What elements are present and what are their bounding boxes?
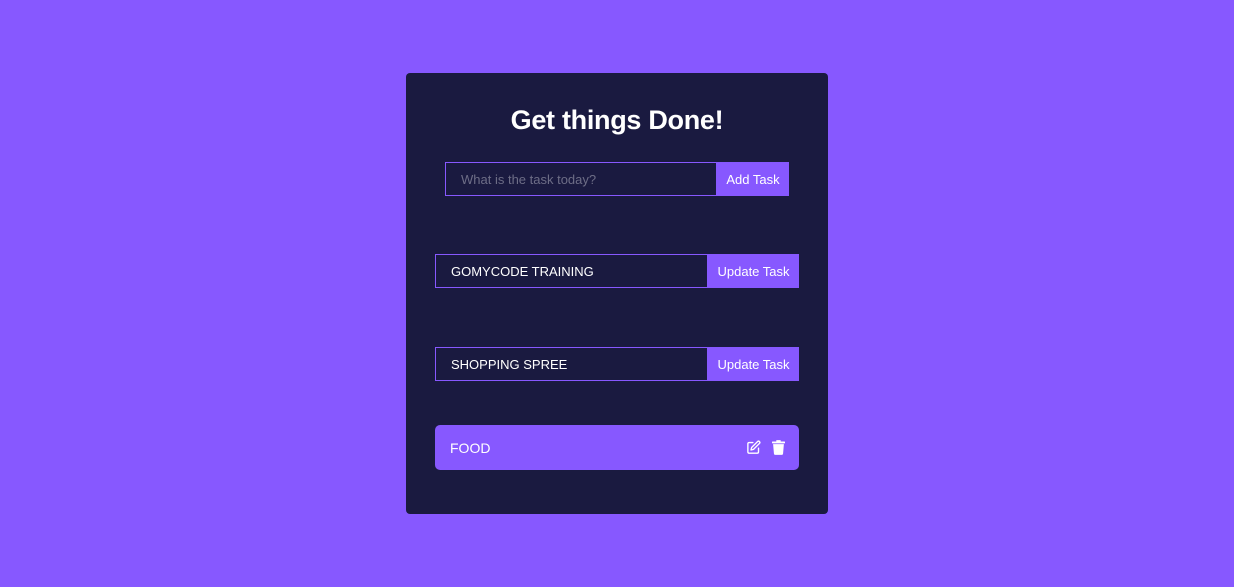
edit-task-input[interactable] (435, 254, 708, 288)
todo-item[interactable]: FOOD (435, 425, 799, 470)
add-task-button[interactable]: Add Task (717, 162, 789, 196)
trash-icon[interactable] (770, 440, 786, 456)
update-task-button[interactable]: Update Task (708, 347, 799, 381)
todo-label[interactable]: FOOD (450, 440, 490, 456)
edit-task-form: Update Task (435, 347, 799, 381)
edit-icon[interactable] (745, 440, 761, 456)
edit-task-input[interactable] (435, 347, 708, 381)
edit-task-form: Update Task (435, 254, 799, 288)
task-input[interactable] (445, 162, 717, 196)
add-task-form: Add Task (445, 162, 789, 196)
todo-actions (745, 440, 786, 456)
update-task-button[interactable]: Update Task (708, 254, 799, 288)
todo-wrapper: Get things Done! Add Task Update Task Up… (406, 73, 828, 514)
page-title: Get things Done! (510, 105, 724, 135)
